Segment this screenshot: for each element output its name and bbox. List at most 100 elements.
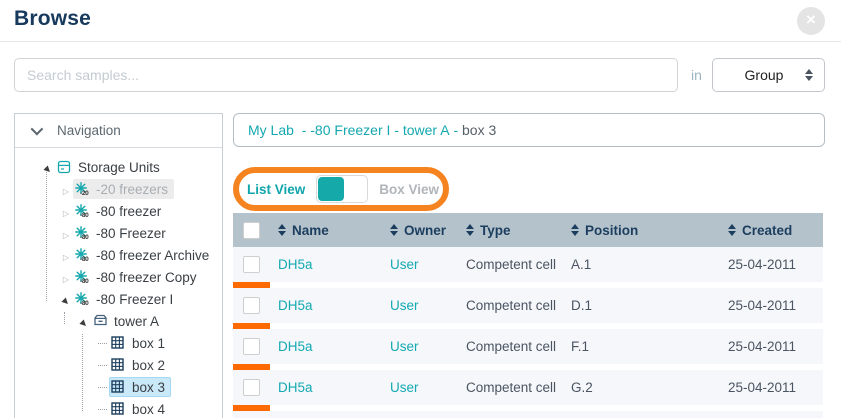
tree-item-wrap: box 2	[109, 355, 171, 375]
tree-expander-icon[interactable]	[59, 270, 73, 285]
tree-item--80-freezer-archive[interactable]: -80-80 freezer Archive	[15, 244, 222, 266]
table-row: DH5aUserCompetent cellD.125-04-2011	[233, 288, 823, 323]
select-all-checkbox[interactable]	[243, 222, 260, 239]
chevron-down-icon	[31, 123, 44, 136]
tree-expander-icon[interactable]	[59, 226, 73, 241]
cell-created: 25-04-2011	[720, 257, 823, 272]
tree-item-wrap: -80-80 Freezer I	[73, 289, 179, 309]
tree-item-label: tower A	[114, 314, 159, 329]
search-scope-select[interactable]: Group	[712, 58, 825, 92]
tree-expander-icon[interactable]	[59, 182, 73, 197]
tree-item-box-3[interactable]: box 3	[15, 376, 222, 398]
column-header-created[interactable]: Created	[720, 223, 823, 238]
close-icon[interactable]: ×	[797, 7, 825, 35]
freezer-icon: -80	[75, 203, 93, 219]
tree-item-label: -20 freezers	[96, 182, 168, 197]
search-scope-value: Group	[713, 67, 805, 83]
cell-owner[interactable]: User	[382, 257, 458, 272]
column-header-position[interactable]: Position	[563, 223, 720, 238]
tree-expander-icon[interactable]	[59, 292, 73, 307]
row-checkbox[interactable]	[243, 256, 260, 273]
browse-dialog: Browse × in Group Navigation Storage Uni…	[0, 0, 841, 418]
cell-position: A.1	[563, 257, 720, 272]
box-icon	[111, 357, 129, 373]
freezer-icon: -80	[75, 269, 93, 285]
row-checkbox-cell	[233, 256, 270, 273]
column-header-label: Position	[585, 223, 638, 238]
tree-item-box-1[interactable]: box 1	[15, 332, 222, 354]
cell-type: Competent cell	[458, 339, 563, 354]
navigation-panel-header[interactable]: Navigation	[15, 114, 222, 148]
search-input[interactable]	[14, 58, 678, 92]
cell-position: D.1	[563, 298, 720, 313]
tree-item-storage-units[interactable]: Storage Units	[15, 156, 222, 178]
tree-item--20-freezers[interactable]: -20-20 freezers	[15, 178, 222, 200]
tree-item--80-freezer-i[interactable]: -80-80 Freezer I	[15, 288, 222, 310]
tree-connector	[95, 336, 109, 351]
tree-connector	[95, 380, 109, 395]
tree-item--80-freezer[interactable]: -80-80 freezer	[15, 200, 222, 222]
breadcrumb-segment--80-freezer-i[interactable]: -80 Freezer I	[310, 122, 390, 138]
cell-owner[interactable]: User	[382, 339, 458, 354]
tree-expander-icon[interactable]	[41, 160, 55, 175]
table-row	[233, 411, 823, 418]
tree-item-tower-a[interactable]: tower A	[15, 310, 222, 332]
search-scope-label: in	[691, 58, 702, 92]
cell-created: 25-04-2011	[720, 298, 823, 313]
row-checkbox[interactable]	[243, 379, 260, 396]
select-arrows-icon	[805, 69, 813, 81]
cell-owner[interactable]: User	[382, 298, 458, 313]
column-header-name[interactable]: Name	[270, 223, 382, 238]
tree-connector	[95, 402, 109, 417]
box-view-label[interactable]: Box View	[379, 182, 439, 197]
sort-icon	[728, 224, 736, 236]
freezer-temp-badge: -80	[80, 256, 89, 263]
cell-name[interactable]: DH5a	[270, 339, 382, 354]
column-header-label: Type	[480, 223, 511, 238]
list-view-label[interactable]: List View	[247, 182, 305, 197]
breadcrumb-segment-my-lab[interactable]: My Lab	[248, 122, 298, 138]
view-toggle-switch[interactable]	[316, 175, 368, 203]
box-icon	[111, 335, 129, 351]
dialog-header: Browse ×	[0, 0, 841, 42]
column-header-label: Created	[742, 223, 792, 238]
navigation-panel: Navigation Storage Units-20-20 freezers-…	[14, 113, 223, 418]
freezer-icon: -80	[75, 247, 93, 263]
column-header-label: Name	[292, 223, 329, 238]
cell-name[interactable]: DH5a	[270, 257, 382, 272]
tree-expander-icon[interactable]	[59, 248, 73, 263]
cell-type: Competent cell	[458, 298, 563, 313]
box-icon	[111, 401, 129, 417]
tree-item-label: Storage Units	[78, 160, 160, 175]
breadcrumb: My Lab - -80 Freezer I - tower A - box 3	[233, 113, 825, 147]
tree-item-wrap: -80-80 freezer Copy	[73, 267, 203, 287]
cell-type: Competent cell	[458, 257, 563, 272]
tree-item-wrap: -80-80 freezer Archive	[73, 245, 215, 265]
tree-item--80-freezer[interactable]: -80-80 Freezer	[15, 222, 222, 244]
cell-position: F.1	[563, 339, 720, 354]
tree-item-box-4[interactable]: box 4	[15, 398, 222, 418]
column-header-owner[interactable]: Owner	[382, 223, 458, 238]
row-checkbox[interactable]	[243, 338, 260, 355]
tree-item-label: box 3	[132, 380, 165, 395]
column-header-label: Owner	[404, 223, 446, 238]
breadcrumb-segment-tower-a[interactable]: tower A	[403, 122, 450, 138]
storage-icon	[57, 159, 75, 175]
tree-item-wrap: Storage Units	[55, 157, 166, 177]
cell-name[interactable]: DH5a	[270, 298, 382, 313]
freezer-icon: -80	[75, 291, 93, 307]
content-panel: My Lab - -80 Freezer I - tower A - box 3…	[233, 113, 825, 418]
column-header-type[interactable]: Type	[458, 223, 563, 238]
tree-connector	[95, 358, 109, 373]
breadcrumb-separator: -	[450, 122, 462, 138]
tree-item-box-2[interactable]: box 2	[15, 354, 222, 376]
box-icon	[111, 379, 129, 395]
cell-name[interactable]: DH5a	[270, 380, 382, 395]
tree-item--80-freezer-copy[interactable]: -80-80 freezer Copy	[15, 266, 222, 288]
tree-expander-icon[interactable]	[59, 204, 73, 219]
row-checkbox[interactable]	[243, 297, 260, 314]
tree-item-label: box 2	[132, 358, 165, 373]
tree-item-wrap: box 1	[109, 333, 171, 353]
cell-owner[interactable]: User	[382, 380, 458, 395]
tree-expander-icon[interactable]	[77, 314, 91, 329]
